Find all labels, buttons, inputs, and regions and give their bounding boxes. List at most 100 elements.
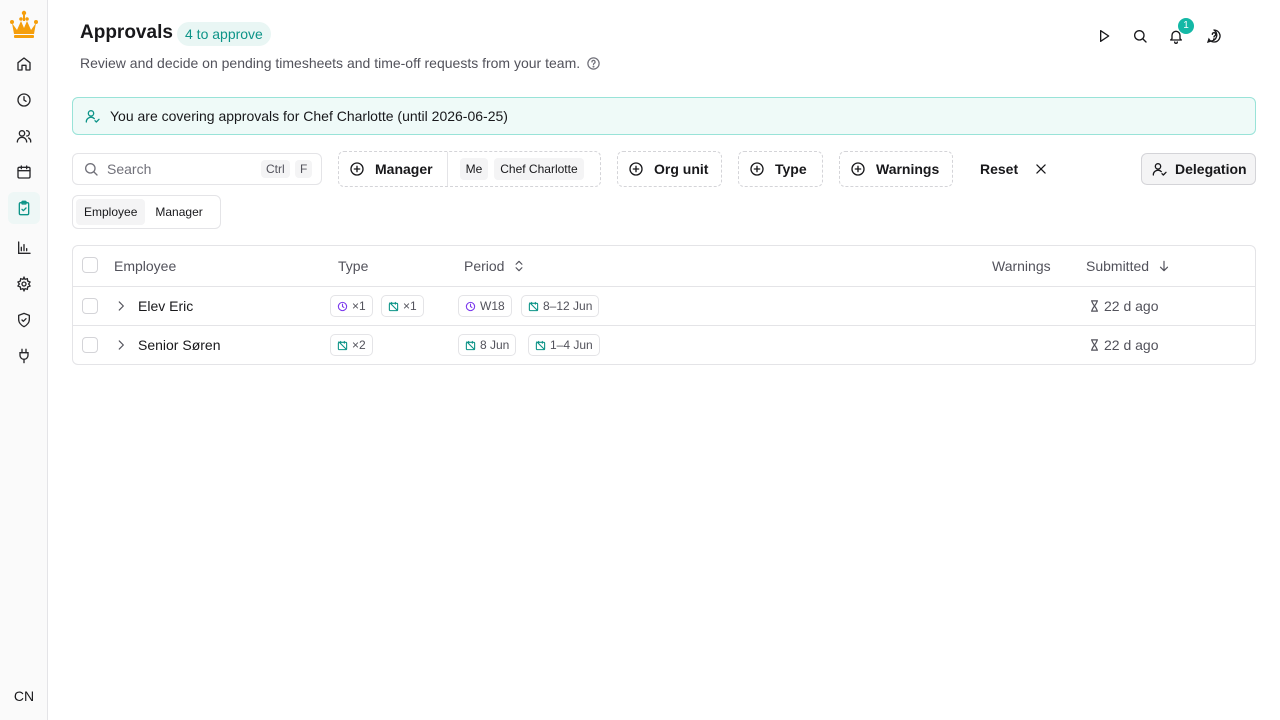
column-employee-label: Employee xyxy=(114,258,177,274)
sidebar-item-integrations[interactable] xyxy=(8,340,40,372)
calendar-off-icon xyxy=(465,340,476,350)
delegation-label: Delegation xyxy=(1175,161,1247,177)
table-row[interactable]: Senior Søren ×2 8 Jun 1–4 Jun 22 d ago xyxy=(73,326,1255,365)
search-box[interactable]: Ctrl F xyxy=(72,153,322,185)
delegation-button[interactable]: Delegation xyxy=(1141,153,1256,185)
column-type-label: Type xyxy=(338,258,369,274)
type-filter-label: Type xyxy=(775,161,807,177)
shortcut-key-ctrl: Ctrl xyxy=(261,160,290,178)
period-tag-label: 8 Jun xyxy=(480,338,510,352)
manager-pill-chef-charlotte: Chef Charlotte xyxy=(494,158,584,180)
search-input[interactable] xyxy=(107,161,247,177)
select-all-checkbox[interactable] xyxy=(82,257,98,273)
column-warnings-label: Warnings xyxy=(992,258,1051,274)
hourglass-icon xyxy=(1091,300,1098,312)
sidebar-item-approvals[interactable] xyxy=(8,192,40,224)
hourglass-icon xyxy=(1091,339,1098,351)
users-icon xyxy=(16,130,32,143)
sidebar-item-home[interactable] xyxy=(8,48,40,80)
banner-text: You are covering approvals for Chef Char… xyxy=(110,108,508,124)
play-icon xyxy=(1100,30,1110,42)
sidebar-item-team[interactable] xyxy=(8,120,40,152)
reset-label: Reset xyxy=(980,161,1019,177)
plus-circle-icon xyxy=(350,162,364,176)
page-title: Approvals xyxy=(80,22,173,43)
clipboard-check-icon xyxy=(18,200,30,216)
sidebar-item-reports[interactable] xyxy=(8,232,40,264)
column-warnings[interactable]: Warnings xyxy=(992,258,1051,274)
approvals-table: Employee Type Period Warnings Submitted … xyxy=(72,245,1256,365)
gear-icon xyxy=(17,276,31,292)
period-tag-label: 8–12 Jun xyxy=(543,299,593,313)
type-tag-time-off: ×1 xyxy=(381,295,424,317)
calendar-off-icon xyxy=(337,340,348,350)
column-employee[interactable]: Employee xyxy=(114,258,176,274)
type-tag-count: ×1 xyxy=(403,299,417,313)
employee-name[interactable]: Elev Eric xyxy=(138,298,193,314)
chevron-right-icon[interactable] xyxy=(114,299,128,313)
table-header: Employee Type Period Warnings Submitted xyxy=(73,246,1255,287)
manager-filter[interactable]: Manager Me Chef Charlotte xyxy=(338,151,601,187)
submitted-time: 22 d ago xyxy=(1089,298,1159,314)
warnings-filter[interactable]: Warnings xyxy=(839,151,953,187)
period-tag-label: 1–4 Jun xyxy=(550,338,593,352)
toggle-manager[interactable]: Manager xyxy=(147,199,210,225)
employee-name[interactable]: Senior Søren xyxy=(138,337,220,353)
sort-descending-icon[interactable] xyxy=(1157,259,1171,273)
period-tag-range: 1–4 Jun xyxy=(528,334,600,356)
sidebar-item-timesheets[interactable] xyxy=(8,84,40,116)
sidebar-item-security[interactable] xyxy=(8,304,40,336)
column-submitted[interactable]: Submitted xyxy=(1086,258,1171,274)
column-submitted-label: Submitted xyxy=(1086,258,1150,274)
table-row[interactable]: Elev Eric ×1 ×1 W18 8–12 Jun 22 d ago xyxy=(73,287,1255,326)
column-period[interactable]: Period xyxy=(464,258,526,274)
submitted-text: 22 d ago xyxy=(1104,298,1159,314)
type-tag-time-off: ×2 xyxy=(330,334,373,356)
help-button[interactable] xyxy=(1204,26,1224,46)
column-type[interactable]: Type xyxy=(338,258,368,274)
row-checkbox[interactable] xyxy=(82,298,98,314)
approval-count-badge: 4 to approve xyxy=(177,22,271,46)
home-icon xyxy=(17,57,31,71)
global-search-button[interactable] xyxy=(1130,26,1150,46)
shield-check-icon xyxy=(18,312,30,328)
play-button[interactable] xyxy=(1094,26,1114,46)
reset-filters-button[interactable]: Reset xyxy=(970,153,1058,185)
calendar-off-icon xyxy=(388,301,399,311)
plus-circle-icon xyxy=(629,162,643,176)
sidebar-item-calendar[interactable] xyxy=(8,156,40,188)
toggle-employee[interactable]: Employee xyxy=(76,199,146,225)
chip-divider xyxy=(446,152,448,186)
shortcut-key-f: F xyxy=(295,160,313,178)
search-icon xyxy=(1134,30,1147,43)
crown-logo[interactable] xyxy=(8,10,40,40)
page-subtitle: Review and decide on pending timesheets … xyxy=(80,55,601,71)
warnings-filter-label: Warnings xyxy=(876,161,940,177)
subtitle-text: Review and decide on pending timesheets … xyxy=(80,55,581,71)
chevron-right-icon[interactable] xyxy=(114,338,128,352)
view-toggle: Employee Manager xyxy=(72,195,221,229)
user-check-icon xyxy=(1152,163,1167,176)
help-circle-icon[interactable] xyxy=(586,56,601,71)
close-icon xyxy=(1036,164,1046,174)
sort-toggle-icon[interactable] xyxy=(512,259,526,273)
user-check-icon xyxy=(85,110,100,123)
plus-circle-icon xyxy=(851,162,865,176)
org-unit-filter[interactable]: Org unit xyxy=(617,151,722,187)
avatar[interactable]: CN xyxy=(8,680,40,712)
sidebar-item-settings[interactable] xyxy=(8,268,40,300)
type-filter[interactable]: Type xyxy=(738,151,823,187)
row-checkbox[interactable] xyxy=(82,337,98,353)
sidebar: CN xyxy=(0,0,48,720)
chart-icon xyxy=(18,241,31,254)
clock-icon xyxy=(17,93,31,107)
column-period-label: Period xyxy=(464,258,505,274)
help-icon xyxy=(1206,29,1221,44)
search-icon xyxy=(85,163,98,176)
type-tag-count: ×2 xyxy=(352,338,366,352)
manager-pill-me: Me xyxy=(459,158,489,180)
period-tag-date: 8 Jun xyxy=(458,334,517,356)
calendar-icon xyxy=(17,165,31,179)
calendar-off-icon xyxy=(528,301,539,311)
type-tag-count: ×1 xyxy=(352,299,366,313)
